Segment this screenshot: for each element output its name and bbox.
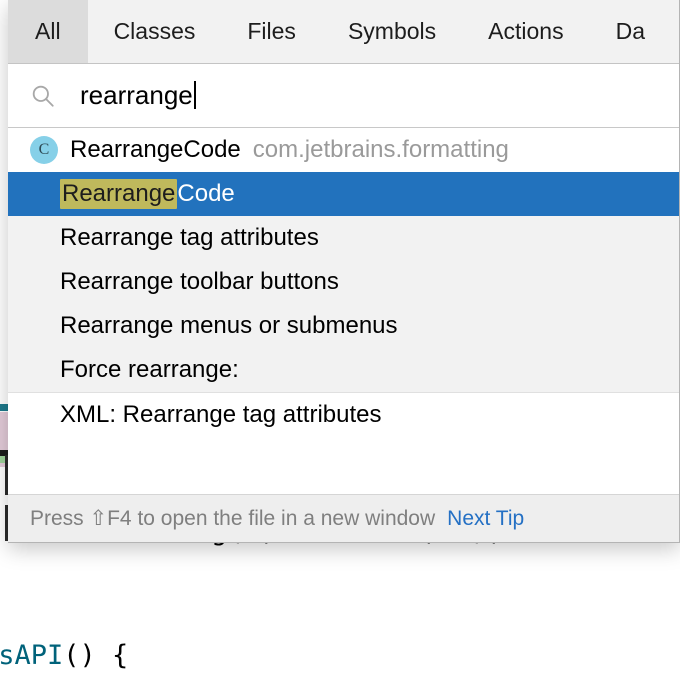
search-everywhere-popup: All Classes Files Symbols Actions Da rea…	[8, 0, 680, 543]
tab-all[interactable]: All	[8, 0, 88, 63]
class-icon: C	[30, 136, 58, 164]
next-tip-link[interactable]: Next Tip	[447, 507, 524, 531]
search-input[interactable]: rearrange	[80, 80, 196, 111]
tab-database-label: Da	[616, 18, 645, 45]
tab-files-label: Files	[247, 18, 296, 45]
search-field-row[interactable]: rearrange	[8, 64, 679, 128]
text-caret	[194, 81, 196, 109]
result-label-rearrange-tag-attributes: Rearrange tag attributes	[60, 224, 319, 252]
result-label-force-rearrange: Force rearrange:	[60, 356, 239, 384]
result-label-rearrange-menus-or-submenus: Rearrange menus or submenus	[60, 312, 398, 340]
result-class-package: com.jetbrains.formatting	[253, 136, 509, 164]
results-list: C RearrangeCode com.jetbrains.formatting…	[8, 128, 679, 502]
tab-symbols[interactable]: Symbols	[322, 0, 462, 63]
footer-hint-text: Press ⇧F4 to open the file in a new wind…	[30, 506, 435, 531]
result-class-name: RearrangeCode	[70, 136, 241, 164]
tab-actions[interactable]: Actions	[462, 0, 589, 63]
popup-footer: Press ⇧F4 to open the file in a new wind…	[8, 494, 679, 542]
result-label-rearrange-code: Code	[177, 180, 234, 208]
result-row-rearrange-code[interactable]: Rearrange Code	[8, 172, 679, 216]
result-row-rearrange-menus-or-submenus[interactable]: Rearrange menus or submenus	[8, 304, 679, 348]
tab-symbols-label: Symbols	[348, 18, 436, 45]
result-row-rearrange-toolbar-buttons[interactable]: Rearrange toolbar buttons	[8, 260, 679, 304]
tab-database[interactable]: Da	[590, 0, 671, 63]
tab-files[interactable]: Files	[221, 0, 322, 63]
result-row-xml-rearrange-tag-attributes[interactable]: XML: Rearrange tag attributes	[8, 392, 679, 436]
search-input-value: rearrange	[80, 80, 193, 110]
search-icon	[30, 83, 56, 109]
tab-all-label: All	[35, 18, 61, 45]
code-line-method-declaration: msAPI() {	[0, 640, 128, 671]
result-label-rearrange-toolbar-buttons: Rearrange toolbar buttons	[60, 268, 339, 296]
results-empty-space	[8, 436, 679, 502]
result-row-rearrange-tag-attributes[interactable]: Rearrange tag attributes	[8, 216, 679, 260]
result-label-xml-rearrange-tag-attributes: XML: Rearrange tag attributes	[60, 401, 382, 429]
result-row-class[interactable]: C RearrangeCode com.jetbrains.formatting	[8, 128, 679, 172]
tab-classes-label: Classes	[114, 18, 196, 45]
tab-classes[interactable]: Classes	[88, 0, 222, 63]
code-token-method-name: msAPI	[0, 640, 63, 671]
tab-bar: All Classes Files Symbols Actions Da	[8, 0, 679, 64]
code-token-method-rest: () {	[63, 640, 128, 671]
result-row-force-rearrange[interactable]: Force rearrange:	[8, 348, 679, 392]
result-match-highlight: Rearrange	[60, 179, 177, 209]
tab-actions-label: Actions	[488, 18, 563, 45]
